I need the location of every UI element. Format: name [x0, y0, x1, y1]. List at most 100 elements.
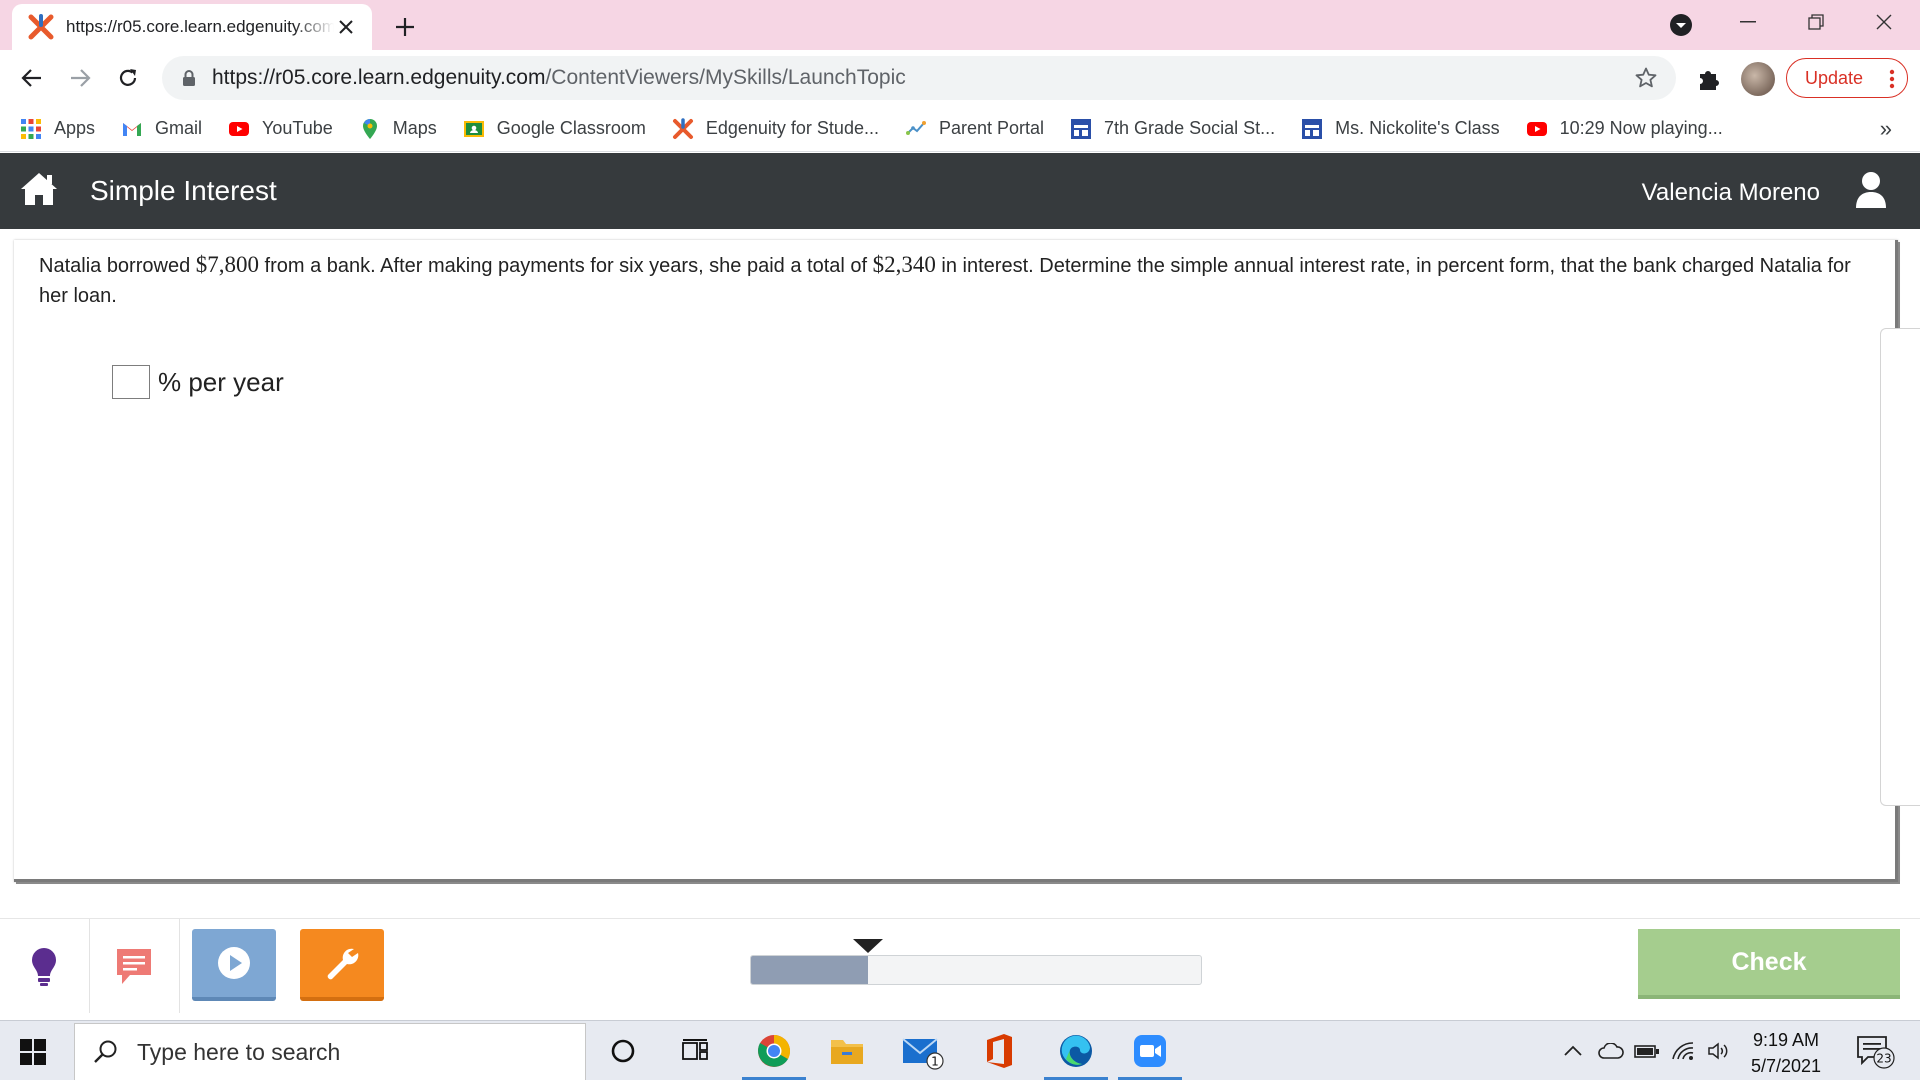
answer-input[interactable]	[112, 365, 150, 399]
bookmarks-overflow-button[interactable]: »	[1880, 116, 1892, 142]
extensions-puzzle-icon[interactable]	[1694, 64, 1724, 94]
close-window-button[interactable]	[1852, 0, 1916, 44]
hint-button[interactable]	[14, 939, 74, 995]
taskbar-clock[interactable]: 9:19 AM 5/7/2021	[1736, 1027, 1836, 1079]
bookmark-apps[interactable]: Apps	[20, 118, 95, 140]
wrench-icon	[327, 948, 359, 980]
bookmark-label: Ms. Nickolite's Class	[1335, 118, 1500, 138]
forward-button[interactable]	[62, 60, 98, 96]
taskbar-search-input[interactable]: Type here to search	[74, 1023, 586, 1080]
volume-button[interactable]	[1704, 1021, 1734, 1080]
speaker-icon	[1708, 1042, 1728, 1060]
loan-amount: $7,800	[195, 252, 259, 277]
onedrive-button[interactable]	[1596, 1021, 1626, 1080]
bookmark-label: Apps	[54, 118, 96, 138]
windows-start-icon[interactable]	[20, 1039, 46, 1065]
chevron-up-icon	[1564, 1045, 1582, 1056]
tools-button[interactable]	[300, 929, 384, 1001]
wifi-icon	[1672, 1042, 1694, 1060]
portal-icon	[905, 120, 926, 135]
folder-icon	[831, 1040, 863, 1064]
bookmark-label: YouTube	[262, 118, 333, 138]
restore-button[interactable]	[1784, 0, 1848, 44]
bookmark-maps[interactable]: Maps	[359, 118, 437, 140]
side-panel-tab[interactable]	[1880, 328, 1920, 806]
tab-search-icon[interactable]	[1668, 12, 1694, 38]
cortana-circle-icon	[611, 1039, 635, 1063]
show-hidden-icons-button[interactable]	[1560, 1021, 1586, 1080]
progress-marker-icon	[852, 939, 883, 953]
browser-tab[interactable]: https://r05.core.learn.edgenuity.com/Con…	[12, 4, 372, 50]
network-button[interactable]	[1668, 1021, 1698, 1080]
zoom-video-icon	[1134, 1035, 1166, 1067]
taskbar-chrome[interactable]	[738, 1021, 810, 1080]
bookmark-gmail[interactable]: Gmail	[121, 118, 202, 140]
taskbar-file-explorer[interactable]	[812, 1021, 882, 1080]
user-icon[interactable]	[1854, 171, 1888, 209]
task-view-button[interactable]	[660, 1021, 730, 1080]
lightbulb-icon	[32, 948, 56, 986]
clock-date: 5/7/2021	[1750, 1056, 1822, 1076]
bookmark-edgenuity[interactable]: Edgenuity for Stude...	[672, 117, 879, 140]
back-button[interactable]	[14, 60, 50, 96]
reload-button[interactable]	[110, 60, 146, 96]
office-icon	[987, 1034, 1012, 1068]
bookmarks-bar: Apps Gmail YouTube Maps Google Classroom…	[0, 106, 1920, 152]
play-circle-icon	[218, 947, 250, 979]
windows-taskbar: Type here to search 1 9:19 AM 5/7/2021 2…	[0, 1020, 1920, 1080]
cortana-button[interactable]	[588, 1021, 658, 1080]
address-bar[interactable]: https://r05.core.learn.edgenuity.com/Con…	[162, 56, 1676, 100]
home-icon[interactable]	[20, 171, 58, 207]
browser-tab-bar: https://r05.core.learn.edgenuity.com/Con…	[0, 0, 1920, 50]
progress-fill	[751, 956, 868, 984]
feedback-button[interactable]	[104, 939, 164, 995]
youtube-icon	[1526, 121, 1547, 136]
taskbar-mail[interactable]: 1	[888, 1021, 958, 1080]
battery-icon	[1634, 1045, 1659, 1058]
youtube-icon	[229, 121, 250, 136]
calendar-icon	[1302, 118, 1323, 139]
gmail-icon	[123, 122, 142, 136]
notification-count: 23	[1876, 1052, 1891, 1066]
chrome-icon	[758, 1035, 791, 1067]
bookmark-google-classroom[interactable]: Google Classroom	[463, 118, 646, 140]
bookmark-star-icon[interactable]	[1634, 66, 1658, 90]
bookmark-label: 10:29 Now playing...	[1559, 118, 1723, 138]
new-tab-button[interactable]	[390, 12, 420, 42]
bookmark-label: 7th Grade Social St...	[1104, 118, 1276, 138]
taskbar-zoom[interactable]	[1114, 1021, 1186, 1080]
search-icon	[94, 1040, 117, 1063]
interest-amount: $2,340	[872, 252, 936, 277]
bookmark-label: Google Classroom	[496, 118, 646, 138]
calendar-icon	[1071, 118, 1092, 139]
taskbar-edge[interactable]	[1040, 1021, 1112, 1080]
close-tab-icon[interactable]	[334, 15, 358, 39]
more-vert-icon	[1889, 69, 1895, 89]
progress-bar	[750, 955, 1202, 985]
edgenuity-icon	[672, 117, 693, 139]
bookmark-7th-grade-social[interactable]: 7th Grade Social St...	[1070, 118, 1275, 140]
check-button[interactable]: Check	[1638, 929, 1900, 999]
bottom-toolbar: Check	[0, 918, 1920, 1013]
minimize-button[interactable]	[1716, 0, 1780, 44]
question-part: from a bank. After making payments for s…	[259, 255, 873, 277]
bookmark-label: Gmail	[155, 118, 203, 138]
bookmark-youtube[interactable]: YouTube	[228, 118, 333, 140]
apps-grid-icon	[21, 118, 41, 139]
play-video-button[interactable]	[192, 929, 276, 1001]
profile-avatar[interactable]	[1741, 62, 1775, 96]
edge-icon	[1060, 1035, 1092, 1067]
battery-button[interactable]	[1632, 1021, 1662, 1080]
taskbar-office[interactable]	[964, 1021, 1034, 1080]
update-button[interactable]: Update	[1786, 58, 1908, 98]
lock-icon[interactable]	[180, 69, 198, 87]
search-placeholder: Type here to search	[137, 1038, 341, 1065]
mail-icon: 1	[902, 1038, 944, 1070]
notification-center-icon[interactable]: 23	[1856, 1035, 1896, 1069]
bookmark-now-playing[interactable]: 10:29 Now playing...	[1526, 118, 1723, 140]
bookmark-label: Edgenuity for Stude...	[705, 118, 879, 138]
bookmark-parent-portal[interactable]: Parent Portal	[905, 118, 1044, 140]
bookmark-ms-nickolite[interactable]: Ms. Nickolite's Class	[1301, 118, 1500, 140]
bookmark-label: Maps	[392, 118, 437, 138]
task-view-icon	[682, 1039, 708, 1060]
